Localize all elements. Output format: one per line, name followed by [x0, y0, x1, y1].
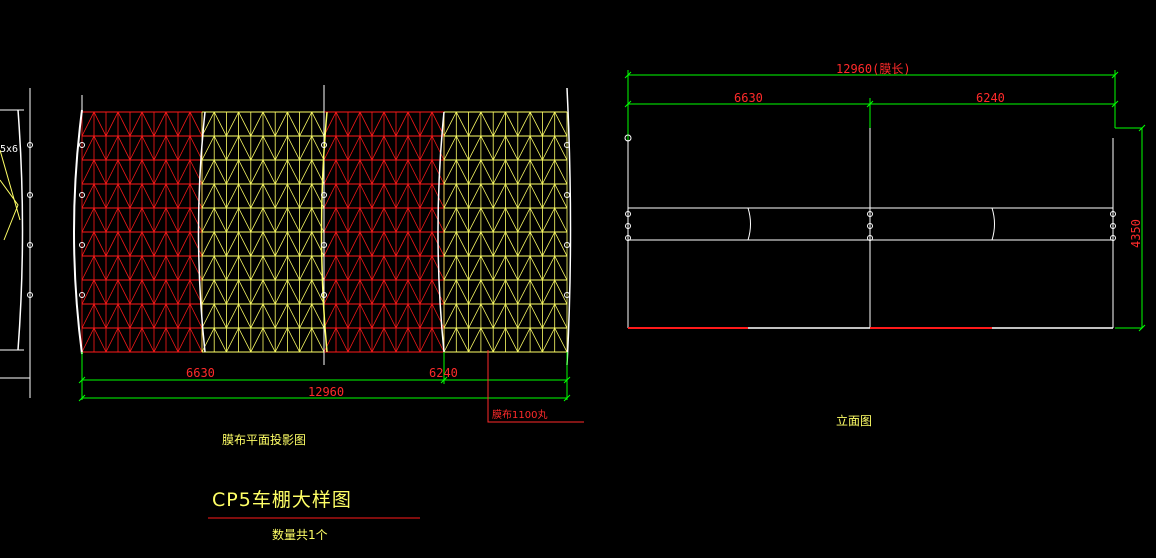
elevation-dim-right: 6240 [976, 91, 1005, 105]
plan-view-caption: 膜布平面投影图 [222, 432, 306, 447]
membrane-note: 膜布1100丸 [492, 408, 547, 421]
elevation-view: 12960(膜长) 6630 6240 4350 [624, 62, 1146, 332]
plan-dim-right: 6240 [429, 366, 458, 380]
plan-dim-left: 6630 [186, 366, 215, 380]
elevation-dim-left: 6630 [734, 91, 763, 105]
left-edge-label: 5x6 [0, 144, 18, 155]
plan-dimensions: 6630 6240 12960 膜布1100丸 [78, 350, 584, 423]
elevation-view-caption: 立面图 [836, 413, 872, 428]
elevation-dim-height: 4350 [1129, 219, 1143, 248]
left-partial-drawing: 5x6 [0, 88, 33, 398]
drawing-title: CP5车棚大样图 [212, 489, 352, 511]
quantity-label: 数量共1个 [272, 527, 328, 542]
plan-dim-total: 12960 [308, 385, 344, 399]
cad-drawing-canvas: 5x6 6630 6240 12960 膜布1100丸 膜布平面投影图 CP5车… [0, 62, 1146, 542]
elevation-dim-total: 12960(膜长) [836, 62, 911, 76]
